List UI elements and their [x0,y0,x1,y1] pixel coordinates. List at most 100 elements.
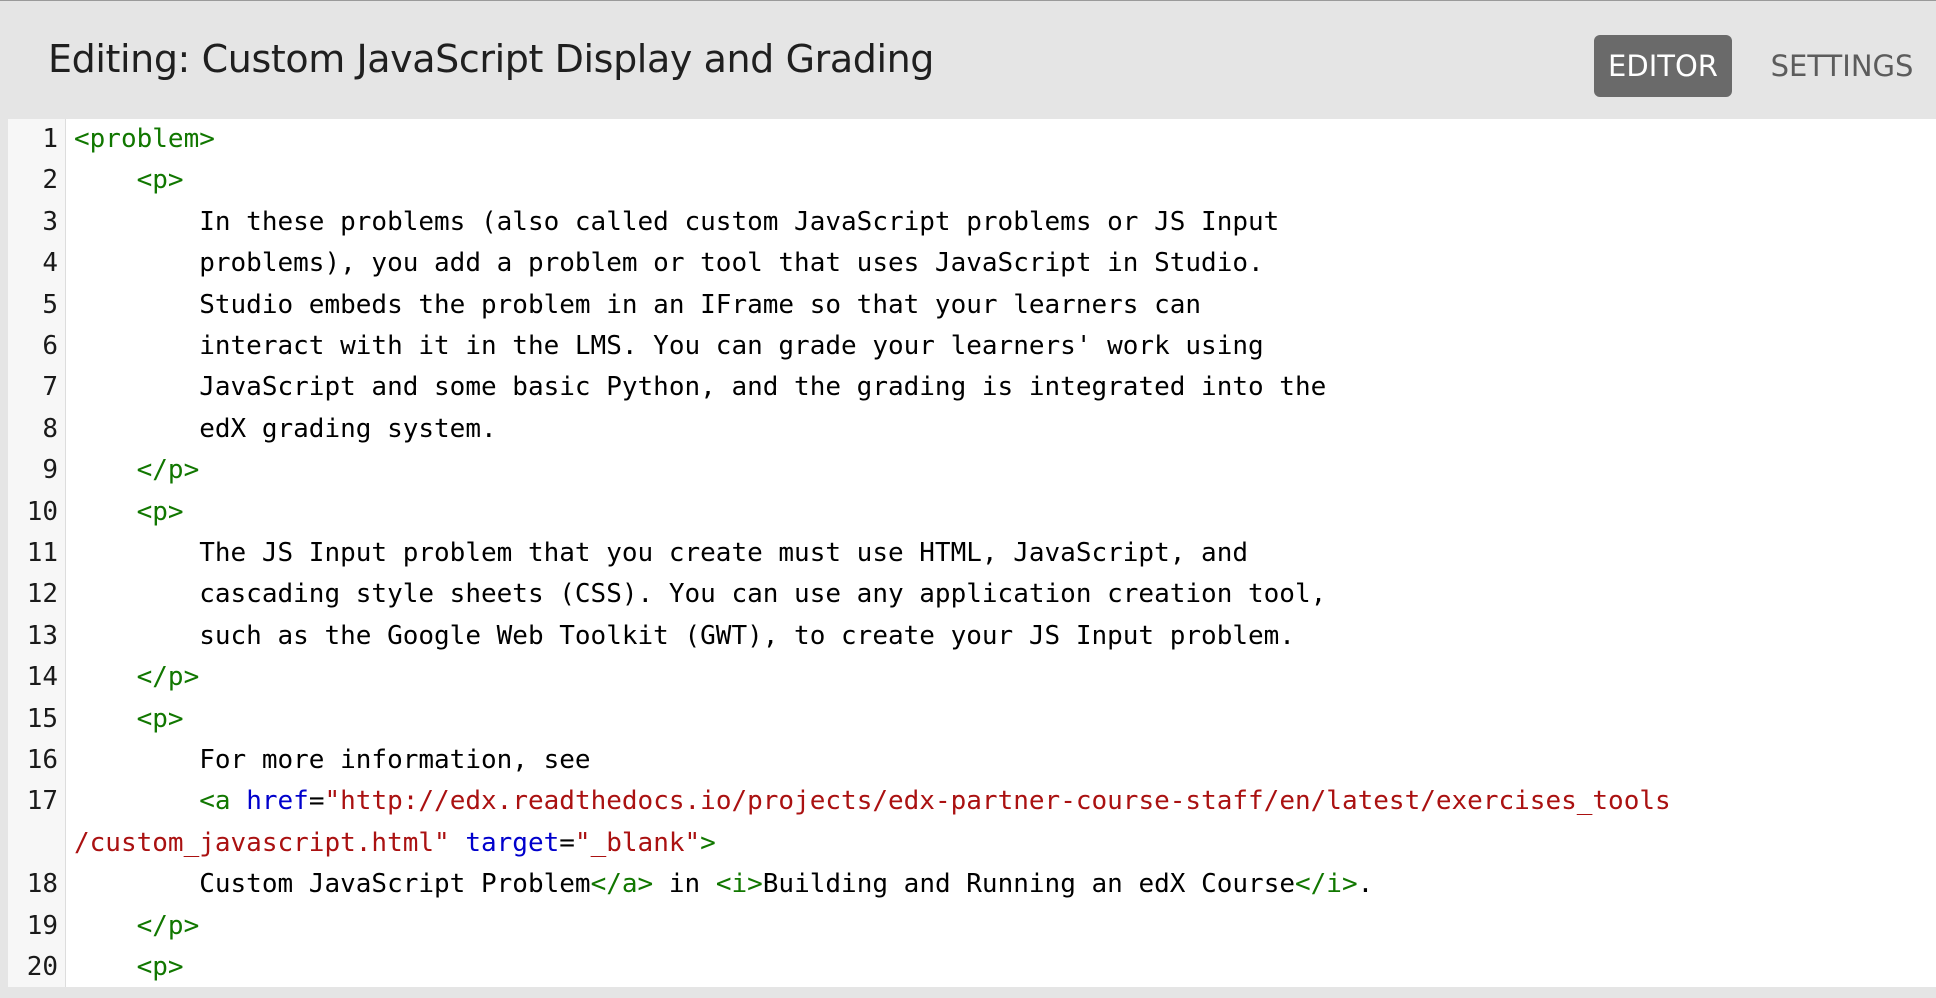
code-token-text: Building and Running an edX Course [762,869,1295,900]
code-token-text: The JS Input problem that you create mus… [74,538,1248,568]
code-line[interactable]: 19 </p> [8,906,1936,947]
code-token-text: in [653,869,716,900]
code-token-tag: </p> [136,662,200,693]
code-line[interactable]: 7 JavaScript and some basic Python, and … [8,367,1936,408]
editor-bottom-bar [0,987,1936,998]
code-token-tag: <problem> [74,124,215,154]
code-line[interactable]: 8 edX grading system. [8,409,1936,450]
line-number: 10 [26,496,58,527]
line-number: 1 [42,124,58,154]
code-token-text: edX grading system. [74,413,497,444]
editor-window: Editing: Custom JavaScript Display and G… [0,0,1936,998]
code-line[interactable]: 3 In these problems (also called custom … [8,202,1936,243]
code-token-text: such as the Google Web Toolkit (GWT), to… [74,620,1295,651]
line-number: 3 [42,206,58,237]
code-content[interactable]: cascading style sheets (CSS). You can us… [74,574,1326,615]
code-token-tag: <p> [136,165,184,196]
code-line[interactable]: 6 interact with it in the LMS. You can g… [8,326,1936,367]
code-token-tag: </i> [1295,869,1358,900]
line-number: 6 [42,331,58,361]
code-line[interactable]: /custom_javascript.html" target="_blank"… [8,823,1936,864]
code-line[interactable]: 17 <a href="http://edx.readthedocs.io/pr… [8,781,1936,822]
code-line[interactable]: 9 </p> [8,450,1936,491]
code-content[interactable]: edX grading system. [74,409,497,450]
code-content[interactable]: Studio embeds the problem in an IFrame s… [74,285,1201,326]
line-number: 17 [26,786,58,817]
code-line[interactable]: 1 <problem> [8,119,1936,160]
code-line[interactable]: 11 The JS Input problem that you create … [8,533,1936,574]
settings-tab-button[interactable]: SETTINGS [1762,35,1922,97]
line-number: 12 [26,579,58,610]
line-number: 11 [26,538,58,568]
code-token-tag: <a [199,786,247,817]
code-line[interactable]: 14 </p> [8,657,1936,698]
code-token-tag: <p> [136,952,184,982]
code-token-tag: </p> [136,910,200,941]
line-number: 18 [26,869,58,900]
code-content[interactable]: <p> [74,947,184,987]
code-token-text: JavaScript and some basic Python, and th… [74,372,1327,403]
code-token-tag: <i> [715,869,763,900]
editor-tab-button[interactable]: EDITOR [1594,35,1732,97]
code-line[interactable]: 13 such as the Google Web Toolkit (GWT),… [8,616,1936,657]
code-token-tag: <p> [136,496,184,527]
code-token-tag: </p> [136,455,200,486]
line-number: 5 [42,289,58,320]
editor-header: Editing: Custom JavaScript Display and G… [0,1,1936,119]
line-number: 16 [26,745,58,775]
code-content[interactable]: In these problems (also called custom Ja… [74,202,1279,243]
code-editor[interactable]: 1 <problem> 2 <p> 3 In these problems (also… [8,119,1936,987]
code-token-text: = [559,827,575,858]
line-number: 19 [26,910,58,941]
code-content[interactable]: Custom JavaScript Problem</a> in <i>Buil… [74,864,1373,905]
code-content[interactable]: </p> [74,450,200,491]
line-number: 13 [26,620,58,651]
code-content[interactable]: <a href="http://edx.readthedocs.io/proje… [74,781,1670,822]
code-content[interactable]: <problem> [74,119,215,160]
line-number: 2 [42,165,58,196]
code-token-text: For more information, see [74,745,591,775]
code-line[interactable]: 20 <p> [8,947,1936,987]
code-line[interactable]: 10 <p> [8,492,1936,533]
code-token-str: "_blank" [574,827,701,858]
code-line[interactable]: 15 <p> [8,699,1936,740]
code-content[interactable]: <p> [74,160,184,201]
code-line[interactable]: 4 problems), you add a problem or tool t… [8,243,1936,284]
code-content[interactable]: The JS Input problem that you create mus… [74,533,1248,574]
code-content[interactable]: <p> [74,699,184,740]
code-content[interactable]: interact with it in the LMS. You can gra… [74,326,1263,367]
line-number: 20 [26,952,58,982]
code-line[interactable]: 18 Custom JavaScript Problem</a> in <i>B… [8,864,1936,905]
code-token-text: = [308,786,325,817]
code-content[interactable]: For more information, see [74,740,591,781]
code-content[interactable]: such as the Google Web Toolkit (GWT), to… [74,616,1295,657]
code-token-text: . [1357,869,1374,900]
code-token-text: Studio embeds the problem in an IFrame s… [74,289,1202,320]
code-line[interactable]: 12 cascading style sheets (CSS). You can… [8,574,1936,615]
code-content[interactable]: /custom_javascript.html" target="_blank"… [74,823,716,864]
code-token-text: cascading style sheets (CSS). You can us… [74,579,1327,610]
code-content[interactable]: </p> [74,657,200,698]
code-content[interactable]: <p> [74,492,184,533]
line-number: 4 [42,248,58,279]
code-line[interactable]: 16 For more information, see [8,740,1936,781]
code-token-tag: <p> [136,703,184,734]
code-token-text: Custom JavaScript Problem [74,869,591,900]
code-content[interactable]: JavaScript and some basic Python, and th… [74,367,1326,408]
code-content[interactable]: problems), you add a problem or tool tha… [74,243,1264,284]
code-token-str: /custom_javascript.html" [74,827,450,858]
code-content[interactable]: </p> [74,906,200,947]
line-number: 14 [26,662,58,693]
page-title: Editing: Custom JavaScript Display and G… [48,37,935,81]
code-token-tag: > [700,827,716,858]
code-line[interactable]: 2 <p> [8,160,1936,201]
code-line[interactable]: 5 Studio embeds the problem in an IFrame… [8,285,1936,326]
line-number: 15 [26,703,58,734]
code-token-text: problems), you add a problem or tool tha… [74,248,1264,279]
